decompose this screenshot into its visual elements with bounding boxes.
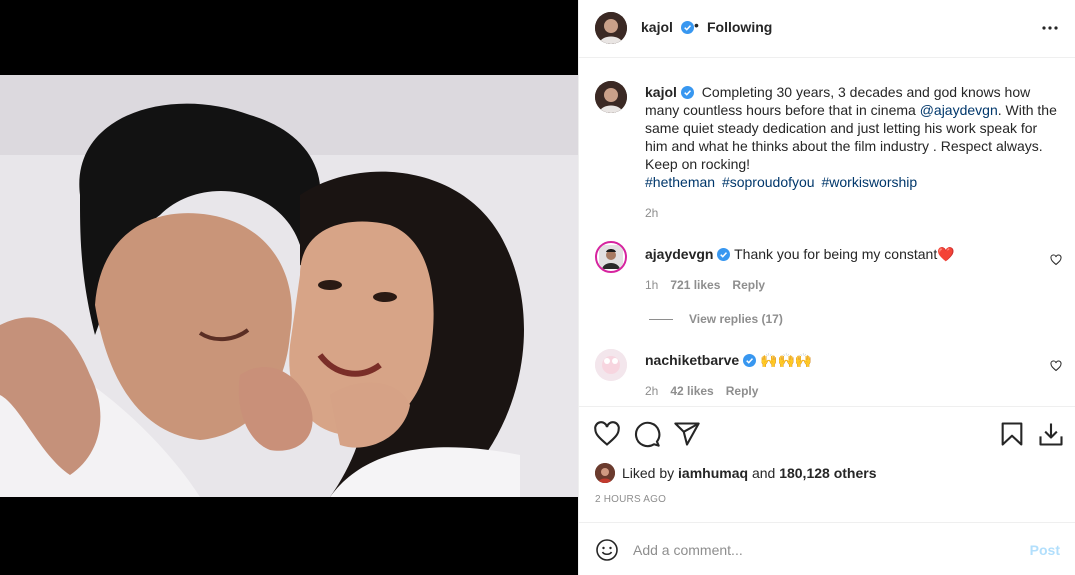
comment-text-line: ajaydevgn Thank you for being my constan… [645, 246, 955, 263]
post-timestamp[interactable]: 2 HOURS AGO [595, 494, 666, 505]
photo-illustration [0, 75, 578, 497]
hashtag-link[interactable]: #hetheman [645, 174, 715, 190]
comment-time[interactable]: 2h [645, 384, 658, 398]
share-icon[interactable] [673, 420, 701, 448]
view-replies-label[interactable]: View replies (17) [689, 312, 783, 326]
caption-author-username-text[interactable]: kajol [645, 84, 677, 100]
emoji-icon[interactable] [595, 538, 619, 562]
heart-icon[interactable] [593, 420, 621, 448]
add-comment-bar: Post [579, 522, 1075, 575]
likes-others-count[interactable]: 180,128 others [779, 465, 876, 481]
reply-button[interactable]: Reply [726, 384, 759, 398]
view-replies-button[interactable]: View replies (17) [649, 312, 783, 326]
comment-emoji: ❤️ [937, 246, 955, 262]
comment-likes[interactable]: 42 likes [670, 384, 713, 398]
following-button[interactable]: Following [707, 19, 772, 35]
caption-text: kajol Completing 30 years, 3 decades and… [645, 83, 1063, 191]
hashtag-link[interactable]: #soproudofyou [722, 174, 815, 190]
liker-username[interactable]: iamhumaq [678, 465, 748, 481]
post-header: kajol • Following [579, 0, 1075, 58]
download-icon[interactable] [1037, 420, 1065, 448]
comment-icon[interactable] [633, 420, 661, 448]
action-bar [579, 408, 1075, 458]
comment-like-heart-icon[interactable] [1050, 360, 1062, 372]
author-avatar[interactable] [595, 12, 627, 44]
commenter-username[interactable]: ajaydevgn [645, 246, 731, 262]
caption-author-username[interactable]: kajol [645, 84, 694, 100]
author-username[interactable]: kajol [641, 19, 694, 35]
more-options-button[interactable] [1038, 16, 1062, 40]
post-media [0, 0, 578, 575]
caption-time[interactable]: 2h [645, 206, 658, 220]
commenter-avatar[interactable] [595, 349, 627, 381]
commenter-username-text[interactable]: nachiketbarve [645, 352, 739, 368]
liker-avatar[interactable] [595, 463, 615, 483]
author-username-text[interactable]: kajol [641, 19, 673, 35]
comment-text-line: nachiketbarve 🙌🙌🙌 [645, 352, 812, 369]
verified-badge-icon [743, 354, 757, 367]
caption-mention-link[interactable]: @ajaydevgn [920, 102, 998, 118]
comment-body: Thank you for being my constant [734, 246, 938, 262]
caption-hashtags: #hetheman #soproudofyou #workisworship [645, 173, 1063, 191]
likes-summary: Liked by iamhumaq and 180,128 others [595, 463, 877, 483]
caption-author-avatar[interactable] [595, 81, 627, 113]
post-panel: kajol • Following kajol Completing 30 ye… [578, 0, 1075, 575]
hashtag-link[interactable]: #workisworship [821, 174, 917, 190]
comment-emoji: 🙌🙌🙌 [760, 352, 813, 368]
more-options-icon [1042, 26, 1058, 30]
comment-meta: 1h 721 likes Reply [645, 278, 765, 292]
commenter-username-text[interactable]: ajaydevgn [645, 246, 713, 262]
commenter-avatar[interactable] [595, 241, 627, 273]
comments-section[interactable]: kajol Completing 30 years, 3 decades and… [579, 59, 1075, 407]
likes-prefix: Liked by [622, 465, 675, 481]
likes-connector: and [751, 465, 776, 481]
header-separator: • [694, 17, 699, 33]
comment-meta: 2h 42 likes Reply [645, 384, 758, 398]
comment-input[interactable] [633, 539, 1013, 561]
comment-time[interactable]: 1h [645, 278, 658, 292]
view-replies-line [649, 319, 673, 321]
verified-badge-icon [680, 21, 694, 34]
post-photo[interactable] [0, 75, 578, 497]
commenter-username[interactable]: nachiketbarve [645, 352, 757, 368]
comment-likes[interactable]: 721 likes [670, 278, 720, 292]
post-comment-button[interactable]: Post [1030, 542, 1060, 558]
verified-badge-icon [717, 248, 731, 261]
verified-badge-icon [680, 86, 694, 99]
save-icon[interactable] [998, 420, 1026, 448]
comment-like-heart-icon[interactable] [1050, 254, 1062, 266]
reply-button[interactable]: Reply [732, 278, 765, 292]
